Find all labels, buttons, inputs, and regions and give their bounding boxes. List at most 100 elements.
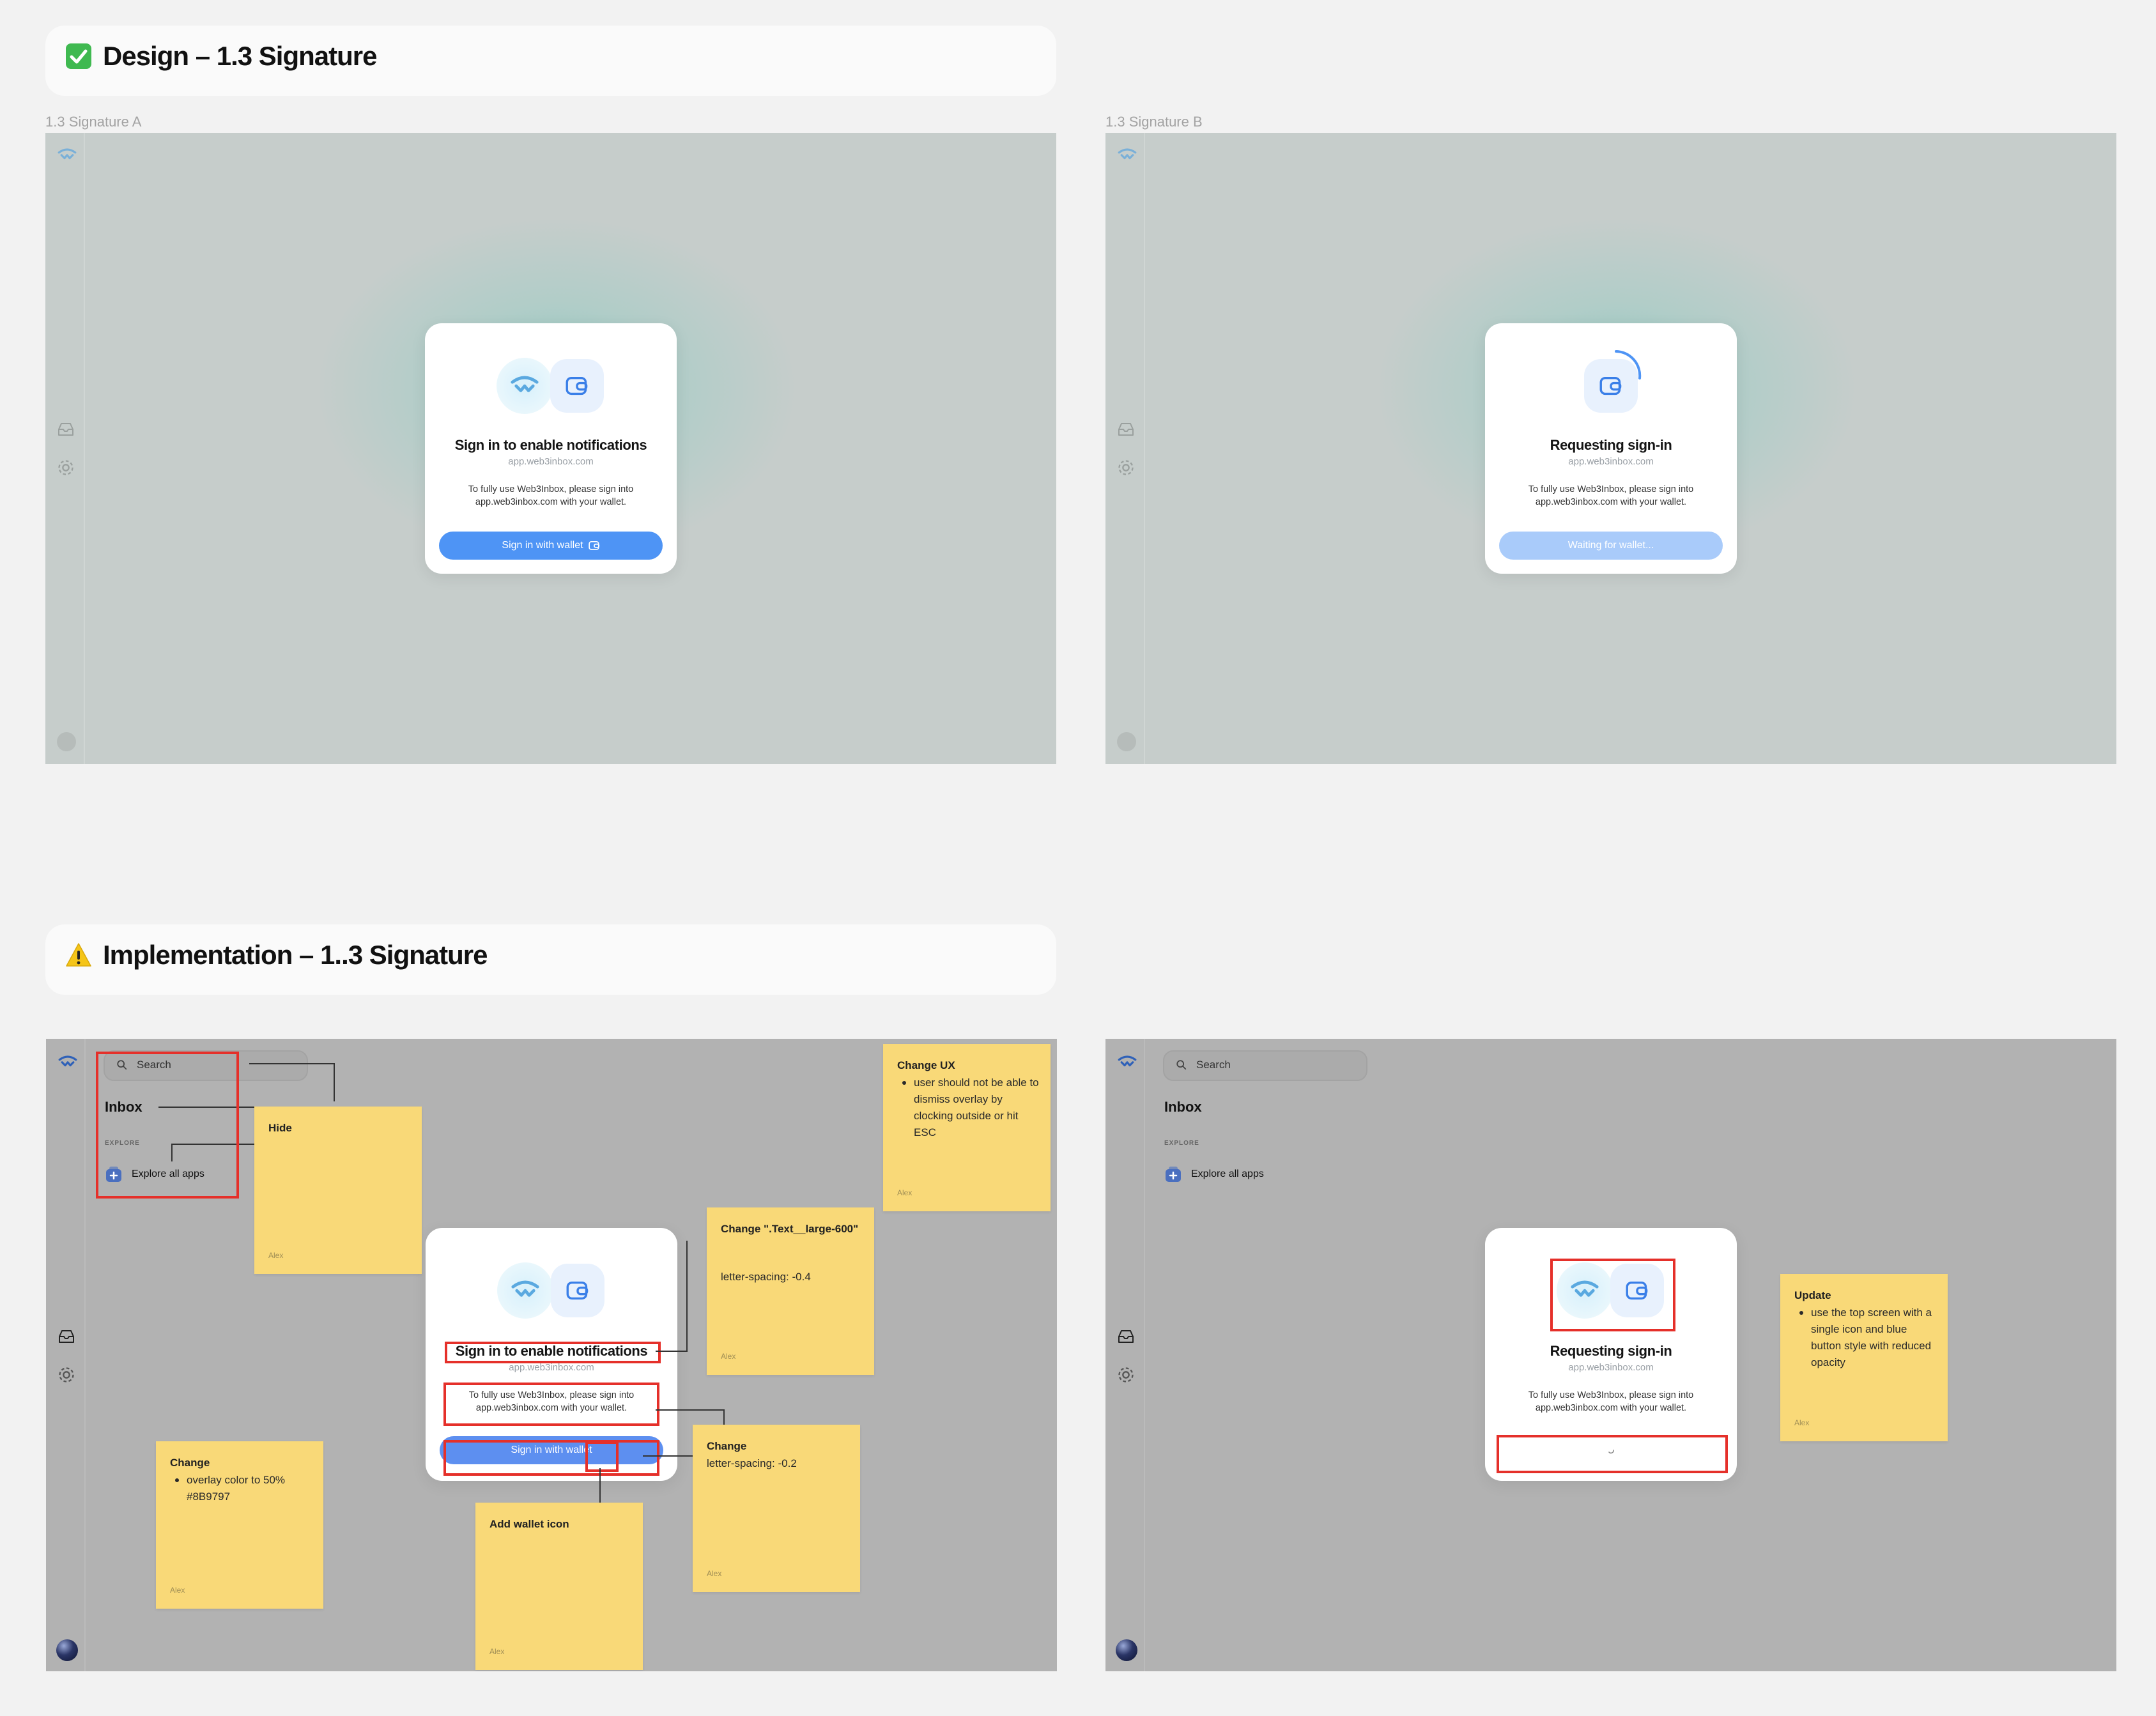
waiting-for-wallet-button[interactable]: Waiting for wallet... <box>1499 532 1723 560</box>
modal-url: app.web3inbox.com <box>509 1362 594 1373</box>
design-section-title: Design – 1.3 Signature <box>103 41 377 71</box>
annotation-highlight-icons <box>1550 1259 1675 1331</box>
sidebar-divider <box>1144 1039 1145 1671</box>
modal-title: Sign in to enable notifications <box>454 437 647 453</box>
sticky-note-change-overlay[interactable]: Change overlay color to 50% #8B9797 Alex <box>156 1441 323 1609</box>
sticky-title: Update <box>1794 1289 1831 1301</box>
sticky-title: Add wallet icon <box>489 1518 569 1530</box>
gear-icon[interactable] <box>57 459 75 477</box>
sticky-author: Alex <box>1794 1418 1810 1427</box>
annotation-connector <box>656 1351 688 1352</box>
explore-apps-icon <box>1164 1165 1182 1183</box>
wallet-icon <box>589 540 600 551</box>
modal-url: app.web3inbox.com <box>1568 456 1654 467</box>
sticky-title: Change ".Text__large-600" <box>721 1223 859 1235</box>
implementation-section-title: Implementation – 1..3 Signature <box>103 940 488 970</box>
inbox-title: Inbox <box>1164 1099 1202 1115</box>
sidebar-divider <box>84 1039 86 1671</box>
sticky-note-change-ux[interactable]: Change UX user should not be able to dis… <box>883 1044 1051 1211</box>
wallet-status-icon[interactable] <box>57 732 76 751</box>
frame-label-signature-a: 1.3 Signature A <box>45 114 142 130</box>
annotation-connector <box>656 1409 725 1411</box>
explore-all-apps-item[interactable]: Explore all apps <box>1164 1165 1264 1183</box>
wallet-badge <box>551 1264 604 1317</box>
inbox-icon[interactable] <box>1117 420 1135 438</box>
sticky-title: Change UX <box>897 1059 955 1071</box>
walletconnect-logo-icon[interactable] <box>1117 1053 1137 1071</box>
requesting-sign-in-modal: Requesting sign-in app.web3inbox.com To … <box>1485 323 1737 574</box>
modal-url: app.web3inbox.com <box>508 456 594 467</box>
gear-icon[interactable] <box>58 1366 75 1384</box>
sticky-title: Change <box>707 1440 747 1452</box>
sticky-note-add-wallet-icon[interactable]: Add wallet icon Alex <box>475 1503 643 1670</box>
frame-signature-b: Requesting sign-in app.web3inbox.com To … <box>1105 133 2116 764</box>
walletconnect-badge <box>497 358 553 414</box>
sticky-title: Change <box>170 1457 210 1469</box>
frame-label-signature-b: 1.3 Signature B <box>1105 114 1203 130</box>
sticky-body: letter-spacing: -0.4 <box>721 1271 811 1283</box>
walletconnect-logo-icon <box>509 376 540 395</box>
inbox-icon[interactable] <box>58 1328 75 1345</box>
sticky-author: Alex <box>721 1352 736 1361</box>
sticky-author: Alex <box>707 1569 722 1578</box>
explore-section-label: EXPLORE <box>1164 1140 1199 1147</box>
annotation-highlight-button <box>1497 1435 1728 1473</box>
check-mark-icon <box>66 43 91 69</box>
wallet-status-icon[interactable] <box>1117 732 1136 751</box>
sticky-author: Alex <box>170 1586 185 1595</box>
modal-title: Requesting sign-in <box>1550 437 1672 453</box>
search-icon <box>1176 1059 1187 1071</box>
annotation-connector <box>686 1241 688 1352</box>
sticky-bullet: user should not be able to dismiss overl… <box>897 1075 1039 1141</box>
search-input[interactable]: Search <box>1163 1050 1367 1081</box>
loading-arc-icon <box>1615 350 1642 379</box>
walletconnect-logo-icon[interactable] <box>58 1053 78 1071</box>
modal-description: To fully use Web3Inbox, please sign into… <box>468 484 634 507</box>
gear-icon[interactable] <box>1117 1366 1135 1384</box>
sticky-note-change-spacing[interactable]: Change letter-spacing: -0.2 Alex <box>693 1425 860 1592</box>
frame-implementation-a: Search Inbox EXPLORE Explore all apps Si… <box>46 1039 1057 1671</box>
sticky-body: letter-spacing: -0.2 <box>707 1457 797 1469</box>
button-label: Sign in with wallet <box>502 540 583 551</box>
walletconnect-logo-icon <box>510 1280 541 1299</box>
walletconnect-logo-icon[interactable] <box>1117 146 1137 164</box>
warning-icon <box>66 943 91 967</box>
annotation-connector <box>249 1063 335 1064</box>
inbox-icon[interactable] <box>1117 1328 1135 1345</box>
wallet-icon <box>566 376 589 396</box>
walletconnect-badge <box>497 1262 553 1319</box>
annotation-highlight-description <box>443 1383 659 1426</box>
annotation-connector <box>334 1063 335 1101</box>
avatar[interactable] <box>56 1639 78 1661</box>
wallet-badge <box>550 359 604 413</box>
walletconnect-logo-icon[interactable] <box>57 146 77 164</box>
button-label: Waiting for wallet... <box>1567 540 1654 551</box>
sign-in-with-wallet-button[interactable]: Sign in with wallet <box>439 532 663 560</box>
sticky-title: Hide <box>268 1122 292 1134</box>
annotation-highlight-title <box>445 1342 661 1363</box>
sticky-author: Alex <box>897 1188 912 1197</box>
avatar[interactable] <box>1116 1639 1137 1661</box>
annotation-highlight-sidebar <box>96 1052 239 1199</box>
sticky-note-change-text[interactable]: Change ".Text__large-600" letter-spacing… <box>707 1207 874 1375</box>
design-section-header: Design – 1.3 Signature <box>45 26 1056 96</box>
explore-all-apps-label: Explore all apps <box>1191 1168 1264 1179</box>
sidebar-divider <box>1144 133 1145 764</box>
sticky-bullet: overlay color to 50% #8B9797 <box>170 1472 312 1505</box>
sticky-bullet: use the top screen with a single icon an… <box>1794 1305 1936 1371</box>
frame-signature-a: Sign in to enable notifications app.web3… <box>45 133 1056 764</box>
sidebar-divider <box>84 133 85 764</box>
search-placeholder: Search <box>1196 1059 1231 1071</box>
sticky-note-hide[interactable]: Hide Alex <box>254 1107 422 1274</box>
modal-title: Requesting sign-in <box>1550 1343 1672 1359</box>
modal-description: To fully use Web3Inbox, please sign into… <box>1528 1390 1694 1413</box>
implementation-section-header: Implementation – 1..3 Signature <box>45 924 1056 995</box>
gear-icon[interactable] <box>1117 459 1135 477</box>
sticky-note-update[interactable]: Update use the top screen with a single … <box>1780 1274 1948 1441</box>
sign-in-modal: Sign in to enable notifications app.web3… <box>425 323 677 574</box>
annotation-highlight-button <box>443 1440 659 1476</box>
modal-url: app.web3inbox.com <box>1568 1362 1654 1373</box>
annotation-highlight-wallet-icon <box>585 1441 619 1472</box>
inbox-icon[interactable] <box>57 420 75 438</box>
sticky-author: Alex <box>489 1647 505 1656</box>
